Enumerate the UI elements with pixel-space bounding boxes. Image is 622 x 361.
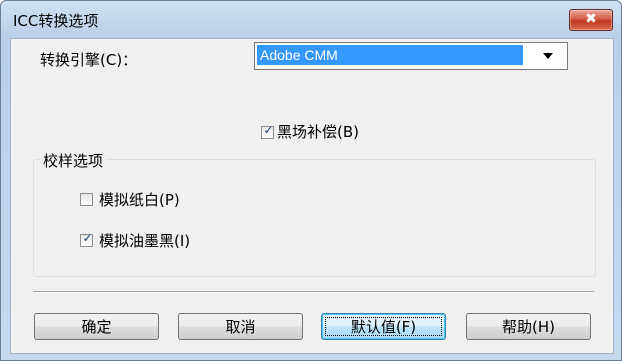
engine-select[interactable]: Adobe CMM (254, 42, 568, 70)
ok-button-label: 确定 (81, 318, 112, 336)
engine-label: 转换引擎(C)： (40, 51, 138, 69)
simulate-paper-checkbox[interactable] (80, 193, 93, 206)
checkmark-icon: ✓ (82, 231, 93, 245)
close-icon: ✖ (585, 11, 597, 27)
title-bar: ICC转换选项 ✖ (1, 1, 621, 38)
close-button[interactable]: ✖ (569, 9, 613, 31)
separator (33, 291, 594, 293)
simulate-ink-checkbox[interactable]: ✓ (80, 231, 93, 247)
help-button-label: 帮助(H) (502, 318, 555, 336)
dialog-title: ICC转换选项 (13, 12, 99, 30)
cancel-button-label: 取消 (225, 318, 256, 336)
ok-button[interactable]: 确定 (34, 313, 159, 340)
proof-options-group (33, 159, 596, 277)
chevron-down-icon[interactable] (543, 53, 553, 59)
simulate-ink-label[interactable]: 模拟油墨黑(I) (99, 230, 190, 251)
simulate-paper-label[interactable]: 模拟纸白(P) (99, 189, 180, 210)
default-button[interactable]: 默认值(F) (321, 313, 446, 340)
engine-selected-value: Adobe CMM (257, 45, 523, 65)
proof-options-title: 校样选项 (40, 150, 107, 171)
black-point-label[interactable]: 黑场补偿(B) (277, 121, 359, 142)
black-point-checkbox[interactable]: ✓ (261, 123, 274, 139)
focus-rect (325, 317, 442, 336)
checkmark-icon: ✓ (263, 123, 274, 137)
help-button[interactable]: 帮助(H) (466, 313, 591, 340)
cancel-button[interactable]: 取消 (178, 313, 303, 340)
